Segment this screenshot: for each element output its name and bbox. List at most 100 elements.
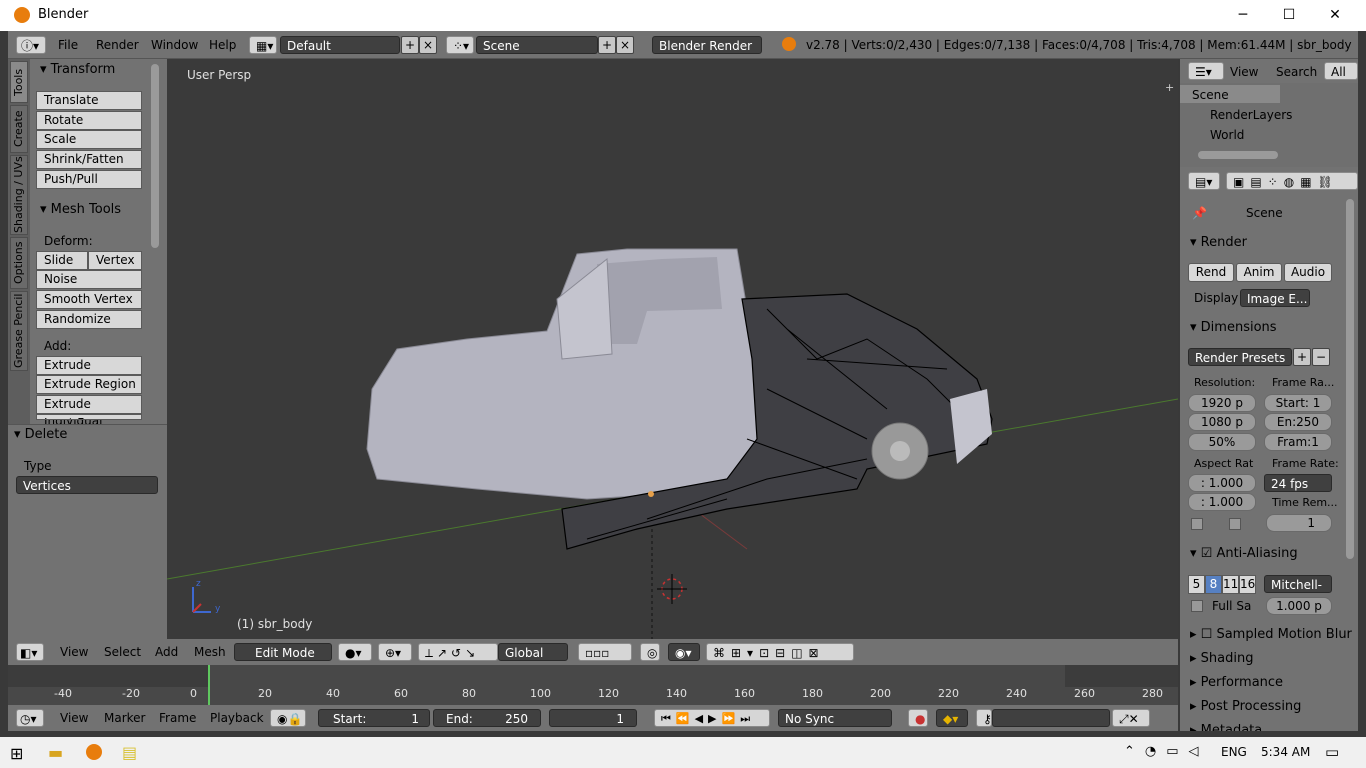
pivot-point-icon[interactable]: ⊕▾ — [378, 643, 412, 661]
remove-preset-icon[interactable]: − — [1312, 348, 1330, 366]
toolshelf-scrollbar[interactable] — [151, 64, 159, 248]
preview-range-icons[interactable]: ◉🔒 — [270, 709, 306, 727]
frame-start-field[interactable]: Start: 1 — [1264, 394, 1332, 412]
sync-mode-select[interactable]: No Sync — [778, 709, 892, 727]
extrude-button[interactable]: Extrude — [36, 356, 142, 375]
crop-checkbox[interactable] — [1229, 518, 1241, 530]
add-preset-icon[interactable]: + — [1293, 348, 1311, 366]
proportional-edit-icon[interactable]: ◉▾ — [668, 643, 700, 661]
properties-context-tabs[interactable]: ▣▤⁘◍▦⛓ — [1226, 172, 1358, 190]
keyframe-type-icon[interactable]: ◆▾ — [936, 709, 968, 727]
time-remap-field[interactable]: 1 — [1266, 514, 1332, 532]
tab-shading-uvs[interactable]: Shading / UVs — [10, 155, 28, 235]
outliner-item-scene[interactable]: Scene — [1192, 88, 1229, 102]
manipulator-icons[interactable]: ⟂↗↺↘ — [418, 643, 498, 661]
shrink-fatten-button[interactable]: Shrink/Fatten — [36, 150, 142, 169]
outliner-item-renderlayers[interactable]: RenderLayers — [1210, 108, 1292, 122]
post-processing-panel-header[interactable]: ▸ Post Processing — [1190, 699, 1301, 714]
delete-panel-header[interactable]: ▾ Delete — [14, 427, 67, 442]
render-animation-button[interactable]: Anim — [1236, 263, 1282, 282]
editor-type-info-icon[interactable]: ⓘ▾ — [16, 36, 46, 54]
screen-layout-icon[interactable]: ▦▾ — [249, 36, 277, 54]
resolution-x-field[interactable]: 1920 p — [1188, 394, 1256, 412]
menu-timeline-view[interactable]: View — [60, 711, 88, 725]
snap-and-render-icons[interactable]: ⌘⊞▾⊡⊟◫⊠ — [706, 643, 854, 661]
editor-type-timeline-icon[interactable]: ◷▾ — [16, 709, 44, 727]
remove-scene-icon[interactable]: × — [616, 36, 634, 54]
anti-aliasing-panel-header[interactable]: ▾ ☑ Anti-Aliasing — [1190, 546, 1298, 561]
close-button[interactable]: ✕ — [1312, 0, 1358, 31]
shading-panel-header[interactable]: ▸ Shading — [1190, 651, 1253, 666]
aa-samples-11[interactable]: 11 — [1222, 575, 1239, 594]
menu-render[interactable]: Render — [96, 38, 139, 52]
vertex-slide-button[interactable]: Vertex — [88, 251, 142, 270]
translate-button[interactable]: Translate — [36, 91, 142, 110]
end-frame-field[interactable]: End: 250 — [433, 709, 541, 727]
menu-mesh[interactable]: Mesh — [194, 645, 226, 659]
timeline[interactable]: -40 -20 0 20 40 60 80 100 120 140 160 180 200 220 240 2… — [8, 665, 1178, 705]
transform-panel-header[interactable]: ▾ Transform — [40, 62, 115, 77]
frame-end-field[interactable]: En:250 — [1264, 413, 1332, 431]
aa-samples-16[interactable]: 16 — [1239, 575, 1256, 594]
scale-button[interactable]: Scale — [36, 130, 142, 149]
smooth-vertex-button[interactable]: Smooth Vertex — [36, 290, 142, 309]
rotate-button[interactable]: Rotate — [36, 111, 142, 130]
start-frame-field[interactable]: Start: 1 — [318, 709, 430, 727]
menu-file[interactable]: File — [58, 38, 78, 52]
filter-size-field[interactable]: 1.000 p — [1266, 597, 1332, 615]
menu-view[interactable]: View — [60, 645, 88, 659]
scene-field[interactable]: Scene — [476, 36, 598, 54]
frame-rate-select[interactable]: 24 fps — [1264, 474, 1332, 492]
frame-step-field[interactable]: Fram:1 — [1264, 433, 1332, 451]
menu-add[interactable]: Add — [155, 645, 178, 659]
tab-grease-pencil[interactable]: Grease Pencil — [10, 291, 28, 371]
metadata-panel-header[interactable]: ▸ Metadata — [1190, 723, 1262, 731]
editor-type-properties-icon[interactable]: ▤▾ — [1188, 172, 1220, 190]
timeline-current-frame-marker[interactable] — [208, 665, 210, 705]
aa-samples-8[interactable]: 8 — [1205, 575, 1222, 594]
outliner-filter-select[interactable]: All Sc — [1324, 62, 1358, 80]
tab-options[interactable]: Options — [10, 237, 28, 289]
transform-orientation-select[interactable]: Global — [498, 643, 568, 661]
shading-mode-icon[interactable]: ●▾ — [338, 643, 372, 661]
menu-window[interactable]: Window — [151, 38, 198, 52]
display-select[interactable]: Image E... — [1240, 289, 1310, 307]
mesh-tools-panel-header[interactable]: ▾ Mesh Tools — [40, 202, 121, 217]
resolution-y-field[interactable]: 1080 p — [1188, 413, 1256, 431]
editor-type-3d-icon[interactable]: ◧▾ — [16, 643, 44, 661]
menu-playback[interactable]: Playback — [210, 711, 264, 725]
render-panel-header[interactable]: ▾ Render — [1190, 235, 1247, 250]
menu-select[interactable]: Select — [104, 645, 141, 659]
keying-set-icon[interactable]: ⚷ — [976, 709, 992, 727]
aspect-x-field[interactable]: : 1.000 — [1188, 474, 1256, 492]
aspect-y-field[interactable]: : 1.000 — [1188, 493, 1256, 511]
extrude-region-button[interactable]: Extrude Region — [36, 375, 142, 394]
limit-selection-icon[interactable]: ◎ — [640, 643, 660, 661]
keying-set-field[interactable] — [992, 709, 1110, 727]
start-windows-icon[interactable]: ⊞ — [10, 744, 23, 763]
performance-panel-header[interactable]: ▸ Performance — [1190, 675, 1283, 690]
slide-edge-button[interactable]: Slide Ed — [36, 251, 88, 284]
notification-icon[interactable]: ▭ — [1325, 743, 1339, 761]
randomize-button[interactable]: Randomize — [36, 310, 142, 329]
minimize-button[interactable]: ─ — [1220, 0, 1266, 31]
extrude-individual-button[interactable]: Extrude Individual — [36, 395, 142, 428]
menu-help[interactable]: Help — [209, 38, 236, 52]
menu-marker[interactable]: Marker — [104, 711, 145, 725]
blender-taskbar-icon[interactable] — [86, 744, 102, 760]
render-still-button[interactable]: Rend — [1188, 263, 1234, 282]
tab-tools[interactable]: Tools — [10, 61, 28, 103]
add-layout-icon[interactable]: + — [401, 36, 419, 54]
notepad-icon[interactable]: ▤ — [122, 743, 137, 762]
screen-layout-field[interactable]: Default — [280, 36, 400, 54]
clock[interactable]: 5:34 AM — [1261, 745, 1310, 759]
select-mode-icons[interactable]: ▫▫▫ — [578, 643, 632, 661]
delete-type-select[interactable]: Vertices — [16, 476, 158, 494]
outliner-hscrollbar[interactable] — [1198, 151, 1278, 159]
add-scene-icon[interactable]: + — [598, 36, 616, 54]
menu-outliner-search[interactable]: Search — [1276, 65, 1317, 79]
language-indicator[interactable]: ENG — [1221, 745, 1247, 759]
render-presets-select[interactable]: Render Presets — [1188, 348, 1292, 366]
system-tray-icons[interactable]: ⌃◔▭◁ — [1124, 744, 1209, 759]
outliner-item-world[interactable]: World — [1210, 128, 1244, 142]
